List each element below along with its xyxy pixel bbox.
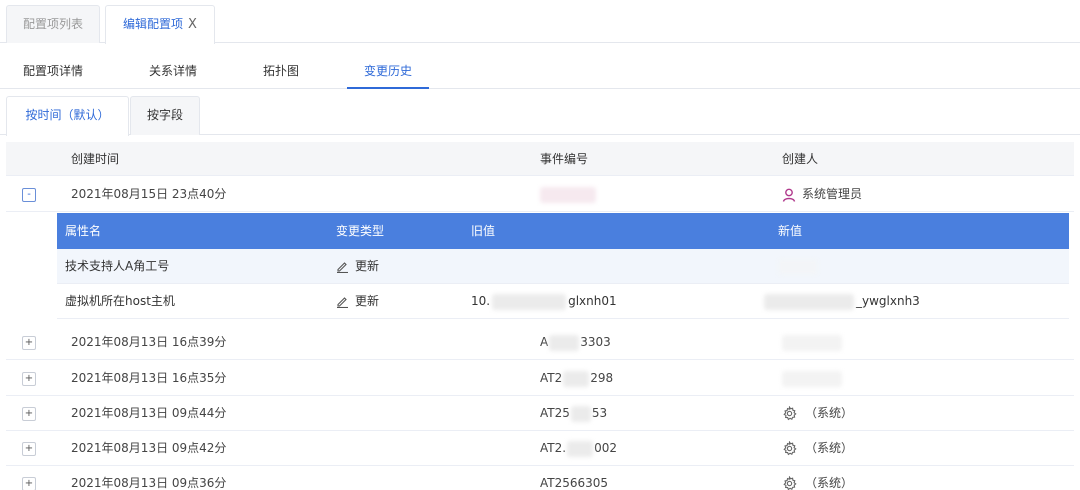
tab-edit-config[interactable]: 编辑配置项 X xyxy=(105,5,215,44)
row-creator xyxy=(782,325,842,360)
col-event-number: 事件编号 xyxy=(540,152,589,166)
user-icon xyxy=(782,188,796,202)
history-mode-tabs: 按时间（默认） 按字段 xyxy=(0,89,1080,136)
row-time: 2021年08月13日 16点35分 xyxy=(71,371,227,385)
old-value-suffix: glxnh01 xyxy=(568,294,617,308)
creator-name: 系统管理员 xyxy=(802,187,863,201)
row-event-number: AT2. 002 xyxy=(540,431,617,466)
row-event-number: AT2 298 xyxy=(540,361,613,396)
expand-toggle[interactable]: + xyxy=(22,372,36,386)
detail-new-value: _ywglxnh3 xyxy=(764,284,920,319)
detail-table-header: 属性名 变更类型 旧值 新值 xyxy=(57,213,1069,249)
table-row[interactable]: + 2021年08月13日 09点42分 AT2. 002 （系统） xyxy=(6,431,1074,466)
expand-toggle[interactable]: + xyxy=(22,407,36,421)
row-time: 2021年08月13日 16点39分 xyxy=(71,335,227,349)
col-change-type: 变更类型 xyxy=(336,224,385,238)
event-suffix: 298 xyxy=(590,371,614,385)
event-prefix: AT25 xyxy=(540,406,570,420)
redacted-block xyxy=(492,293,567,310)
tab-edit-config-label: 编辑配置项 xyxy=(123,17,184,31)
close-icon[interactable]: X xyxy=(188,17,197,32)
detail-type-label: 更新 xyxy=(355,294,380,308)
event-suffix: 53 xyxy=(591,406,608,420)
detail-row: 虚拟机所在host主机 更新 10. glxnh01 _ywglxnh3 xyxy=(57,284,1069,319)
event-prefix: A xyxy=(540,335,549,349)
row-event-number: A 3303 xyxy=(540,325,611,360)
col-attribute-name: 属性名 xyxy=(65,224,102,238)
row-event-number: AT25 53 xyxy=(540,396,607,431)
creator-name: （系统） xyxy=(805,406,854,420)
detail-type: 更新 xyxy=(336,284,379,319)
expand-toggle[interactable]: + xyxy=(22,477,36,490)
tab-by-field[interactable]: 按字段 xyxy=(130,96,200,135)
col-new-value: 新值 xyxy=(778,224,803,238)
old-value-prefix: 10. xyxy=(471,294,491,308)
redacted-block xyxy=(540,186,596,203)
row-creator: （系统） xyxy=(782,466,853,490)
row-time: 2021年08月13日 09点36分 xyxy=(71,476,227,490)
edit-icon xyxy=(337,262,348,273)
top-tab-bar: 配置项列表 编辑配置项 X xyxy=(0,0,1080,44)
nav-change-history[interactable]: 变更历史 xyxy=(347,43,429,89)
col-old-value: 旧值 xyxy=(471,224,496,238)
row-event-number xyxy=(540,177,596,212)
event-suffix: 002 xyxy=(594,441,617,455)
table-row[interactable]: - 2021年08月15日 23点40分 系统管理员 xyxy=(6,177,1074,212)
edit-icon xyxy=(337,297,348,308)
redacted-block xyxy=(764,293,854,310)
tab-config-list-label: 配置项列表 xyxy=(22,17,83,31)
history-table-header: 创建时间 事件编号 创建人 xyxy=(6,142,1074,176)
table-row[interactable]: + 2021年08月13日 16点35分 AT2 298 xyxy=(6,361,1074,396)
event-prefix: AT2. xyxy=(540,441,567,455)
row-time: 2021年08月15日 23点40分 xyxy=(71,187,227,201)
redacted-block xyxy=(549,334,580,351)
detail-new-value xyxy=(778,249,818,284)
table-row[interactable]: + 2021年08月13日 09点36分 AT2566305 （系统） xyxy=(6,466,1074,490)
col-creator: 创建人 xyxy=(782,152,819,166)
row-creator: 系统管理员 xyxy=(782,177,862,212)
row-event-number: AT2566305 xyxy=(540,476,609,490)
table-row[interactable]: + 2021年08月13日 09点44分 AT25 53 （系统） xyxy=(6,396,1074,431)
detail-nav: 配置项详情 关系详情 拓扑图 变更历史 xyxy=(0,43,1080,89)
detail-old-value: 10. glxnh01 xyxy=(471,284,617,319)
redacted-block xyxy=(782,370,842,387)
nav-config-details[interactable]: 配置项详情 xyxy=(6,43,100,89)
redacted-block xyxy=(563,370,590,387)
col-created-time: 创建时间 xyxy=(71,152,120,166)
gear-icon xyxy=(783,406,797,421)
redacted-block xyxy=(570,405,591,422)
event-prefix: AT2 xyxy=(540,371,563,385)
row-creator: （系统） xyxy=(782,431,853,466)
creator-name: （系统） xyxy=(805,441,854,455)
redacted-block xyxy=(567,440,594,457)
gear-icon xyxy=(783,441,797,456)
table-row[interactable]: + 2021年08月13日 16点39分 A 3303 xyxy=(6,325,1074,360)
tab-config-list[interactable]: 配置项列表 xyxy=(6,5,100,43)
collapse-toggle[interactable]: - xyxy=(22,188,36,202)
redacted-block xyxy=(778,258,818,275)
new-value-suffix: _ywglxnh3 xyxy=(856,294,920,308)
row-time: 2021年08月13日 09点44分 xyxy=(71,406,227,420)
expand-toggle[interactable]: + xyxy=(22,442,36,456)
detail-type: 更新 xyxy=(336,249,379,284)
detail-attr: 虚拟机所在host主机 xyxy=(65,294,175,308)
nav-topology[interactable]: 拓扑图 xyxy=(242,43,320,89)
detail-type-label: 更新 xyxy=(355,259,380,273)
nav-relation-details[interactable]: 关系详情 xyxy=(124,43,222,89)
event-suffix: 3303 xyxy=(580,335,611,349)
expand-toggle[interactable]: + xyxy=(22,336,36,350)
row-creator xyxy=(782,361,842,396)
gear-icon xyxy=(783,476,797,490)
detail-row: 技术支持人A角工号 更新 xyxy=(57,249,1069,284)
redacted-block xyxy=(782,334,842,351)
creator-name: （系统） xyxy=(805,476,854,490)
detail-attr: 技术支持人A角工号 xyxy=(65,259,170,273)
row-creator: （系统） xyxy=(782,396,853,431)
row-time: 2021年08月13日 09点42分 xyxy=(71,441,227,455)
tab-by-time[interactable]: 按时间（默认） xyxy=(6,96,129,136)
